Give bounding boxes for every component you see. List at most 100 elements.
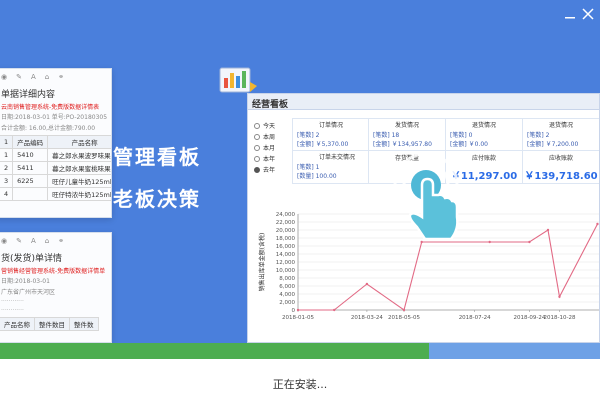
stat-amount: [金额] ￥134,957.80: [373, 141, 432, 148]
period-selector: 今天 本周 本月 本年 去年: [254, 120, 275, 175]
table-header: 产品名称: [47, 135, 111, 149]
card-table: 产品名称 整件数目 整件数: [0, 317, 99, 331]
data-point: [333, 308, 336, 312]
x-tick-label: 2018-07-24: [459, 315, 491, 321]
y-axis-label: 销售出库单金额(含税): [258, 233, 266, 292]
stat-count: [笔数] 2: [297, 132, 320, 139]
order-detail-card: ◉ ✎ A ⌂ ⚭ 单据详细内容 云南销售管理系统-免费版数据详情表 日期:2018-0…: [0, 68, 112, 218]
y-tick-label: 6,000: [279, 284, 295, 290]
period-label: 本月: [263, 145, 276, 152]
table-cell: 6225: [12, 174, 49, 188]
table-cell: [12, 187, 49, 201]
card-toolbar: ◉ ✎ A ⌂ ⚭: [1, 73, 65, 81]
install-progress-bar: [0, 343, 600, 359]
card-red-line: 营销售经营管理系统-免费版数据详情单: [1, 268, 106, 275]
stat-count: [笔数] 0: [450, 132, 473, 139]
minimize-icon[interactable]: [562, 6, 578, 22]
table-header: 产品编码: [12, 135, 49, 149]
table-header: 整件数: [69, 317, 99, 331]
report-boxes-icon: [219, 67, 257, 93]
table-cell: 旺仔儿童牛奶125ml: [47, 174, 111, 188]
y-tick-label: 14,000: [276, 252, 296, 258]
data-point: [558, 295, 561, 298]
shipment-detail-card: ◉ ✎ A ⌂ ⚭ 货(发货)单详情 营销售经营管理系统-免费版数据详情单 日期:201…: [0, 232, 112, 343]
card-addr-line: 广东省广州市天河区: [1, 289, 56, 296]
stat-return-2: 退货情况 [笔数] 2 [金额] ￥7,200.00: [523, 119, 599, 150]
table-cell: 5411: [12, 161, 49, 175]
card-title: 单据详细内容: [1, 90, 56, 100]
x-tick-label: 2018-05-05: [388, 315, 420, 321]
y-tick-label: 24,000: [276, 212, 296, 218]
card-table: 1 产品编码 产品名称 1 5410 暮之郎水果波罗味果冻 2 5411 暮之郎…: [0, 135, 111, 201]
stat-count: [笔数] 18: [373, 132, 400, 139]
close-icon[interactable]: [580, 6, 596, 22]
stat-title: 订单情况: [319, 122, 344, 129]
table-row: 4 旺仔特浓牛奶125ml: [0, 187, 111, 201]
stat-value: ￥139,718.60: [524, 171, 598, 182]
stat-return: 退货情况 [笔数] 0 [金额] ￥0.00: [446, 119, 522, 150]
period-label: 今天: [263, 123, 276, 130]
y-tick-label: 12,000: [276, 260, 296, 266]
table-header: 整件数目: [34, 317, 70, 331]
table-cell: 2: [0, 161, 14, 175]
stat-payable: 应收账款 ￥139,718.60: [523, 151, 599, 183]
period-option-today[interactable]: 今天: [254, 120, 275, 131]
table-cell: 4: [0, 187, 14, 201]
x-tick-label: 2018-10-28: [543, 315, 575, 321]
radio-icon: [254, 155, 260, 162]
stat-count: [笔数] 1: [297, 164, 320, 171]
period-label: 本周: [263, 134, 276, 141]
x-tick-label: 2018-09-24: [513, 315, 545, 321]
data-point: [546, 228, 550, 232]
slogan-line-2: 老板决策: [113, 187, 201, 211]
stat-pending: 订单未交情况 [笔数] 1 [数量] 100.00: [293, 151, 368, 183]
y-tick-label: 16,000: [276, 244, 296, 250]
period-label: 本年: [263, 156, 276, 163]
stat-title: 订单未交情况: [319, 154, 356, 161]
table-cell: 1: [0, 148, 14, 162]
y-tick-label: 2,000: [279, 300, 295, 306]
card-total-line: 合计金额: 16.00,总计金额:790.00: [1, 125, 96, 132]
stat-amount: [数量] 100.00: [297, 173, 337, 180]
dashboard-title: 经营看板: [248, 94, 599, 110]
data-point: [365, 282, 369, 286]
y-tick-label: 10,000: [276, 268, 296, 274]
table-row: 3 6225 旺仔儿童牛奶125ml: [0, 174, 111, 188]
card-filler: ············: [1, 298, 24, 305]
radio-icon: [254, 144, 260, 151]
period-option-year[interactable]: 本年: [254, 153, 275, 164]
stat-ship: 发货情况 [笔数] 18 [金额] ￥134,957.80: [369, 119, 445, 150]
radio-icon: [254, 133, 260, 140]
table-row: 2 5411 暮之郎水果蜜桃味果冻: [0, 161, 111, 175]
period-option-week[interactable]: 本周: [254, 131, 275, 142]
y-tick-label: 8,000: [279, 276, 295, 282]
table-header: 产品名称: [0, 317, 35, 331]
card-toolbar: ◉ ✎ A ⌂ ⚭: [1, 237, 65, 245]
install-status-text: 正在安装...: [272, 378, 328, 391]
data-point: [488, 240, 491, 244]
data-point: [402, 308, 406, 312]
table-header: 1: [0, 135, 14, 149]
period-option-last-year[interactable]: 去年: [254, 164, 275, 175]
table-cell: 5410: [12, 148, 49, 162]
period-option-month[interactable]: 本月: [254, 142, 275, 153]
card-red-line: 云南销售管理系统-免费版数据详情表: [1, 104, 100, 111]
card-info-line: 日期:2018-03-01: [1, 278, 50, 285]
stat-title: 退货情况: [549, 122, 574, 129]
y-tick-label: 4,000: [279, 292, 295, 298]
table-cell: 暮之郎水果蜜桃味果冻: [47, 161, 111, 175]
y-tick-label: 18,000: [276, 236, 296, 242]
radio-icon: [254, 122, 260, 129]
card-filler: ············: [1, 307, 24, 314]
period-label: 去年: [263, 167, 276, 174]
install-progress-fill: [0, 343, 429, 359]
touch-hand-icon: [393, 152, 459, 241]
stat-title: 退货情况: [472, 122, 497, 129]
stat-amount: [金额] ￥5,370.00: [297, 141, 349, 148]
stat-order: 订单情况 [笔数] 2 [金额] ￥5,370.00: [293, 119, 368, 150]
radio-selected-icon: [254, 166, 260, 173]
stat-count: [笔数] 2: [527, 132, 550, 139]
stat-amount: [金额] ￥7,200.00: [527, 141, 579, 148]
table-cell: 旺仔特浓牛奶125ml: [47, 187, 111, 201]
data-point: [596, 222, 599, 226]
